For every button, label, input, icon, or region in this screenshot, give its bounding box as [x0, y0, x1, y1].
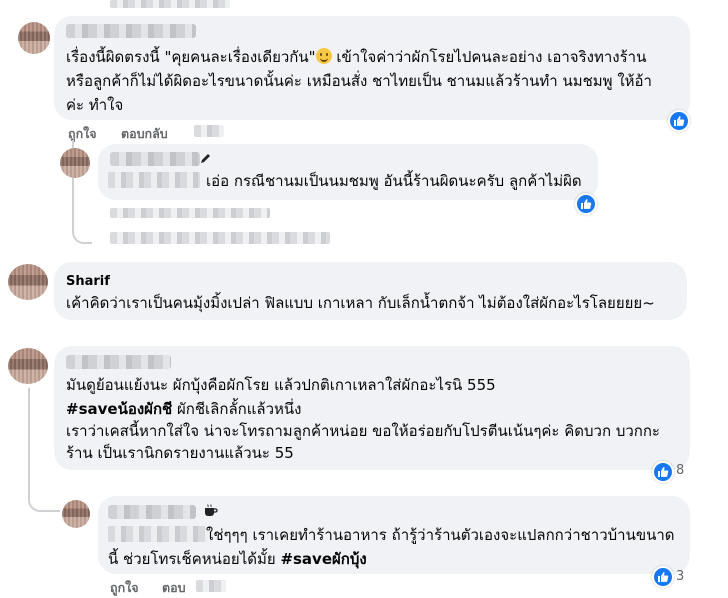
commenter-name-blurred[interactable]	[66, 355, 171, 369]
comment-text: ใช่ๆๆๆ เราเคยทำร้านอาหาร ถ้ารู้ว่าร้านตั…	[206, 526, 675, 544]
timestamp-blurred	[194, 125, 224, 137]
reaction-count[interactable]: 8	[676, 463, 684, 478]
reply-button[interactable]: ตอบกลับ	[121, 124, 168, 144]
comment-text: เรื่องนี้ผิดตรงนี้ "คุยคนละเรื่องเดียวกั…	[66, 48, 647, 66]
commenter-name[interactable]: Sharif	[66, 274, 110, 289]
comment-text: มันดูย้อนแย้งนะ ผักบุ้งคือผักโรย แล้วปกต…	[66, 376, 496, 394]
reply-thread-line	[72, 222, 92, 244]
comment-text: เค้าคิดว่าเราเป็นคนมุ้งมิ้งเปล่า ฟิลแบบ …	[66, 294, 655, 312]
avatar[interactable]	[60, 148, 90, 178]
grinning-face-icon	[315, 48, 332, 64]
like-reaction-icon[interactable]	[652, 461, 674, 483]
reply-button[interactable]: ตอบ	[162, 578, 186, 598]
avatar[interactable]	[8, 264, 48, 300]
hashtag-link[interactable]: #saveผักบุ้ง	[280, 550, 366, 568]
blurred-mention	[108, 172, 200, 188]
commenter-name-blurred[interactable]	[108, 505, 196, 519]
timestamp-blurred	[196, 580, 226, 592]
commenter-name-blurred[interactable]	[110, 152, 200, 166]
avatar[interactable]	[18, 22, 50, 54]
comment-text: เราว่าเคสนี้หากใส่ใจ น่าจะโทรถามลูกค้าหน…	[66, 422, 660, 440]
comment-text: #saveน้องผักชี ผักชีเลิกลั้กแล้วหนึ่ง	[66, 400, 302, 418]
comment-text: นี้ ช่วยโทรเช็คหน่อยได้มั้ย #saveผักบุ้ง	[108, 550, 367, 568]
hashtag-link[interactable]: #saveน้องผักชี	[66, 400, 172, 418]
coffee-icon	[205, 504, 218, 516]
reply-actions-blurred[interactable]	[110, 208, 270, 218]
like-button[interactable]: ถูกใจ	[110, 578, 139, 598]
reply-thread-line	[28, 488, 60, 512]
avatar[interactable]	[8, 348, 48, 384]
like-reaction-icon[interactable]	[668, 110, 690, 132]
avatar[interactable]	[62, 500, 90, 528]
comment-text: เอ่อ กรณีชานมเป็นนมชมพู อันนี้ร้านผิดนะค…	[206, 172, 582, 190]
more-replies-blurred[interactable]	[110, 232, 330, 244]
comment-text: ค่ะ ทำใจ	[66, 96, 124, 114]
pen-icon	[201, 154, 210, 163]
like-reaction-icon[interactable]	[575, 193, 597, 215]
blurred-mention	[108, 526, 208, 542]
comment-text: หรือลูกค้าก็ไม่ได้ผิดอะไรขนาดนั้นค่ะ เหม…	[66, 72, 652, 90]
commenter-name-blurred[interactable]	[66, 24, 196, 38]
reaction-count[interactable]: 3	[676, 569, 684, 584]
blurred-meta	[110, 0, 230, 8]
comment-text: ร้าน เป็นเรานิกดรายงานแล้วนะ 55	[66, 444, 294, 462]
reply-thread-line	[28, 388, 30, 488]
like-reaction-icon[interactable]	[652, 566, 674, 588]
